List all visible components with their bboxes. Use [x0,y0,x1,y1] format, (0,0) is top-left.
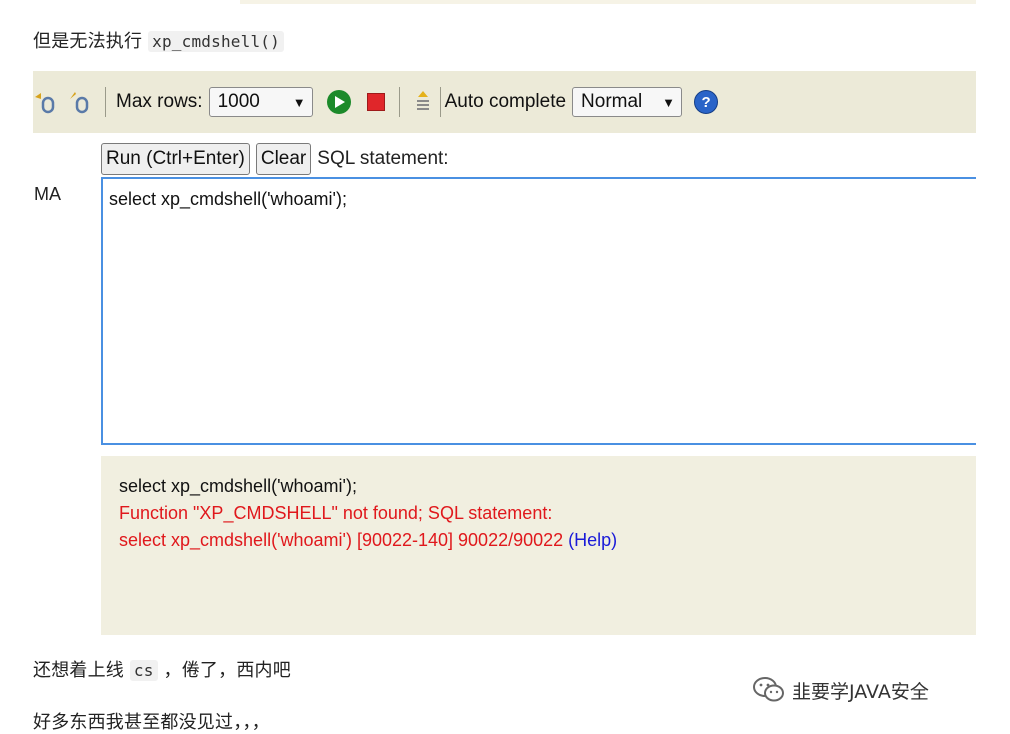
max-rows-value: 1000 [217,91,260,112]
inline-code: cs [129,660,158,681]
toolbar-separator [439,87,441,117]
run-icon[interactable] [326,90,351,114]
paragraph-text: ，倦了，西内吧 [163,660,291,681]
toolbar-separator [398,87,400,117]
clear-button[interactable]: Clear [255,143,312,175]
article-paragraph-1: 但是无法执行 xp_cmdshell() [33,27,284,53]
auto-commit-off-icon[interactable] [67,89,93,115]
result-panel: select xp_cmdshell('whoami'); Function "… [101,456,976,635]
run-button[interactable]: Run (Ctrl+Enter) [101,143,250,175]
console-toolbar: Max rows: 1000 ▼ Auto complete Normal ▼ … [33,71,976,133]
inline-code: xp_cmdshell() [148,31,284,52]
sql-editor[interactable]: select xp_cmdshell('whoami'); [101,177,976,445]
watermark-text: 韭要学JAVA安全 [792,680,929,703]
paragraph-text: 还想着上线 [33,660,124,681]
stop-icon[interactable] [366,93,385,111]
help-icon[interactable]: ? [694,90,719,114]
toolbar-separator [105,87,106,117]
max-rows-label: Max rows: [116,91,203,112]
chevron-down-icon: ▼ [292,94,306,110]
auto-commit-on-icon[interactable] [33,89,59,115]
auto-complete-label: Auto complete [444,91,567,112]
auto-complete-select[interactable]: Normal ▼ [572,87,683,117]
error-detail-line: select xp_cmdshell('whoami') [90022-140]… [119,527,958,554]
max-rows-select[interactable]: 1000 ▼ [208,87,313,117]
top-strip [240,0,976,4]
error-message: Function "XP_CMDSHELL" not found; SQL st… [119,503,553,523]
paragraph-text: 但是无法执行 [33,31,143,52]
editor-button-row: Run (Ctrl+Enter) Clear SQL statement: [101,143,449,175]
error-detail: select xp_cmdshell('whoami') [90022-140]… [119,530,564,550]
article-paragraph-2: 还想着上线 cs ，倦了，西内吧 [33,656,291,682]
left-panel-label: MA [34,184,61,204]
watermark: 韭要学JAVA安全 [752,676,929,704]
history-icon[interactable] [410,89,436,115]
sql-statement-label: SQL statement: [317,148,449,169]
article-paragraph-3: 好多东西我甚至都没见过，，， [33,712,270,733]
auto-complete-value: Normal [581,91,643,112]
wechat-icon [753,677,784,702]
result-statement: select xp_cmdshell('whoami'); [119,476,357,496]
help-link[interactable]: (Help) [568,530,617,550]
chevron-down-icon: ▼ [662,94,676,110]
